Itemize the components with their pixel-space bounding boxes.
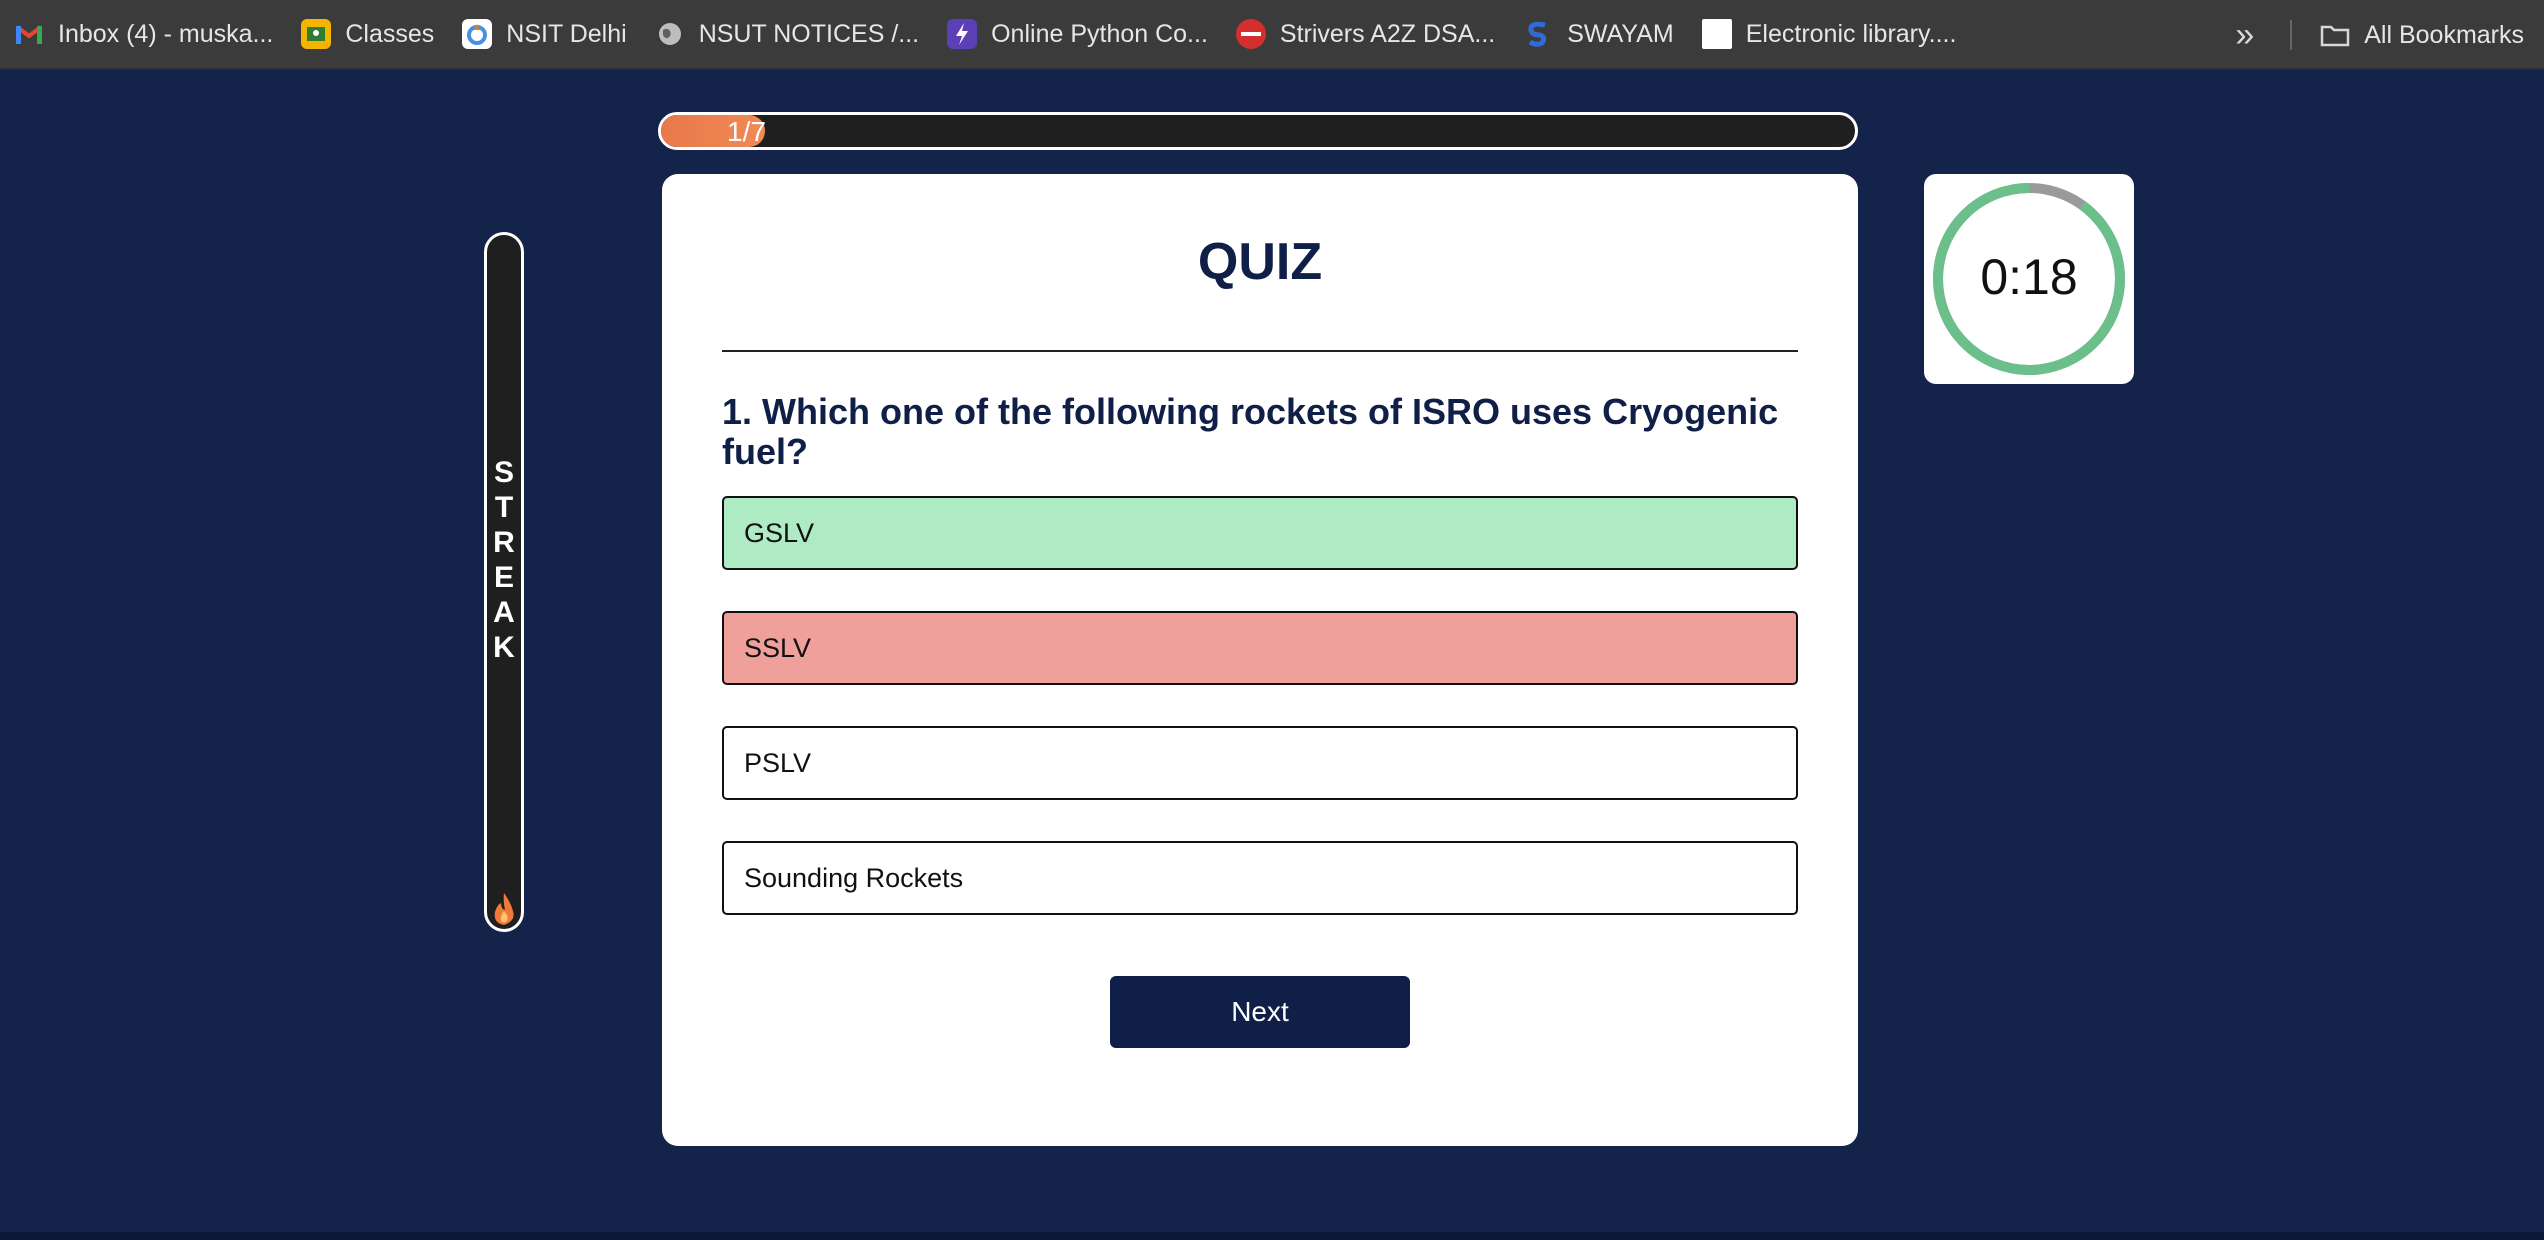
bookmark-electronic-library[interactable]: Electronic library....	[1688, 6, 1971, 62]
bookmark-inbox[interactable]: Inbox (4) - muska...	[0, 6, 287, 62]
question-text: 1. Which one of the following rockets of…	[722, 391, 1779, 472]
nsit-logo-icon	[462, 19, 493, 49]
window-bottom-edge	[0, 1232, 2544, 1240]
separator	[2290, 20, 2293, 50]
classroom-icon	[301, 19, 332, 49]
bookmark-label: Strivers A2Z DSA...	[1279, 19, 1496, 48]
bookmark-nsut-notices[interactable]: NSUT NOTICES /...	[641, 6, 933, 62]
chevron-double-right-icon[interactable]: »	[2235, 16, 2254, 55]
bookmark-online-python[interactable]: Online Python Co...	[933, 6, 1222, 62]
quiz-progress-bar: 1/7	[658, 112, 1858, 150]
next-button[interactable]: Next	[1110, 976, 1410, 1048]
bookmark-label: NSIT Delhi	[506, 19, 627, 48]
bolt-icon	[947, 19, 978, 49]
all-bookmarks-button[interactable]: All Bookmarks	[2320, 7, 2524, 63]
flame-icon	[494, 893, 514, 925]
answer-option-pslv[interactable]: PSLV	[722, 726, 1798, 800]
divider	[722, 350, 1798, 352]
bookmark-swayam[interactable]: SWAYAM	[1509, 6, 1687, 62]
option-label: PSLV	[744, 747, 812, 778]
folder-icon	[2320, 20, 2350, 50]
bookmark-nsit-delhi[interactable]: NSIT Delhi	[448, 6, 640, 62]
option-label: Sounding Rockets	[744, 862, 964, 893]
all-bookmarks-label: All Bookmarks	[2364, 20, 2524, 49]
bookmark-label: Online Python Co...	[991, 19, 1208, 48]
bookmark-label: Inbox (4) - muska...	[58, 19, 274, 48]
answer-option-sounding-rockets[interactable]: Sounding Rockets	[722, 841, 1798, 915]
bookmark-strivers[interactable]: Strivers A2Z DSA...	[1222, 6, 1509, 62]
swayam-icon	[1523, 19, 1553, 49]
gmail-icon	[14, 19, 44, 49]
answer-option-sslv[interactable]: SSLV	[722, 611, 1798, 685]
quiz-card: QUIZ 1. Which one of the following rocke…	[662, 174, 1858, 1146]
streak-bar: STREAK	[484, 232, 524, 932]
bookmarks-bar: Inbox (4) - muska... Classes NSIT Delhi …	[0, 0, 2544, 70]
bookmark-label: Electronic library....	[1745, 19, 1957, 48]
globe-icon	[655, 19, 685, 49]
bookmark-label: NSUT NOTICES /...	[698, 19, 920, 48]
bookmark-label: Classes	[345, 19, 435, 48]
progress-label: 1/7	[727, 116, 766, 147]
bookmarks-right: » All Bookmarks	[2235, 0, 2524, 70]
timer-widget: 0:18	[1924, 174, 2134, 384]
timer-value: 0:18	[1980, 249, 2078, 305]
bookmark-label: SWAYAM	[1567, 19, 1674, 48]
answer-option-gslv[interactable]: GSLV	[722, 496, 1798, 570]
tuf-icon	[1235, 19, 1266, 49]
blank-page-icon	[1701, 19, 1732, 49]
option-label: SSLV	[744, 632, 812, 663]
option-label: GSLV	[744, 517, 815, 548]
streak-label: STREAK	[493, 456, 515, 664]
quiz-title: QUIZ	[1197, 233, 1323, 291]
bookmark-classes[interactable]: Classes	[287, 6, 448, 62]
